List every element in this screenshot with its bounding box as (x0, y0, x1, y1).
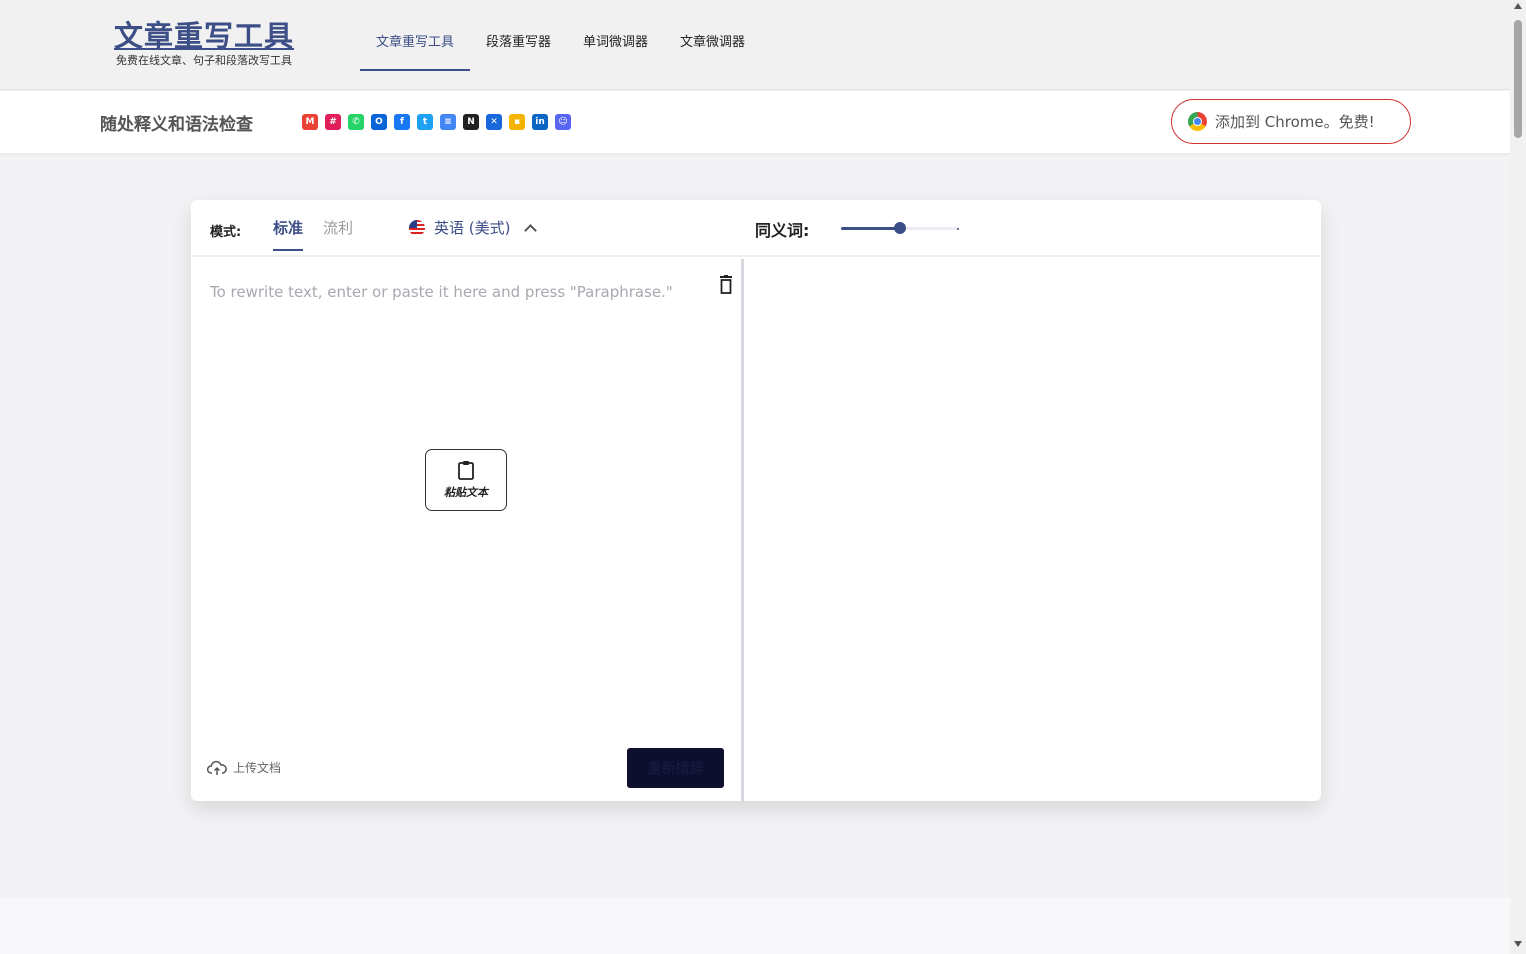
chrome-icon (1188, 112, 1207, 131)
nav-item-article-spinner[interactable]: 文章微调器 (664, 0, 761, 71)
paraphrase-editor: 模式: 标准 流利 英语 (美式) 同义词: To rewrite text, … (191, 200, 1321, 801)
mode-label: 模式: (210, 225, 242, 240)
mode-tab-standard[interactable]: 标准 (273, 217, 304, 251)
nav-item-article-rewriter[interactable]: 文章重写工具 (360, 0, 471, 71)
linkedin-icon[interactable]: in (532, 114, 548, 130)
input-textarea[interactable]: To rewrite text, enter or paste it here … (210, 283, 673, 301)
chevron-up-icon (524, 223, 538, 237)
clipboard-icon (458, 461, 474, 480)
confluence-icon[interactable]: ✕ (486, 114, 502, 130)
scrollbar-thumb[interactable] (1514, 20, 1522, 138)
promo-title: 随处释义和语法检查 (100, 115, 253, 135)
twitter-icon[interactable]: t (417, 114, 433, 130)
main-nav: 文章重写工具 段落重写器 单词微调器 文章微调器 (360, 0, 761, 90)
google-docs-icon[interactable]: ≡ (440, 114, 456, 130)
add-to-chrome-label: 添加到 Chrome。免费! (1215, 113, 1375, 131)
logo-title[interactable]: 文章重写工具 (104, 18, 304, 54)
language-label: 英语 (美式) (434, 219, 511, 237)
google-keep-icon[interactable]: ▪ (509, 114, 525, 130)
upload-document-button[interactable]: 上传文档 (207, 759, 281, 776)
notion-icon[interactable]: N (463, 114, 479, 130)
page-footer-band (0, 898, 1510, 954)
page-scrollbar[interactable] (1510, 0, 1526, 954)
scroll-down-arrow[interactable] (1514, 941, 1522, 947)
add-to-chrome-button[interactable]: 添加到 Chrome。免费! (1171, 99, 1411, 144)
editor-toolbar: 模式: 标准 流利 英语 (美式) 同义词: (191, 200, 1321, 257)
trash-icon[interactable] (718, 275, 734, 295)
paste-text-label: 粘贴文本 (444, 486, 488, 499)
outlook-icon[interactable]: O (371, 114, 387, 130)
synonyms-label: 同义词: (755, 221, 810, 240)
whatsapp-icon[interactable]: ✆ (348, 114, 364, 130)
supported-apps-list: M # ✆ Of t ≡ N ✕ ▪ in ☺ (302, 114, 571, 130)
synonyms-slider[interactable] (841, 222, 959, 234)
site-logo[interactable]: 文章重写工具 免费在线文章、句子和段落改写工具 (104, 18, 304, 67)
discord-icon[interactable]: ☺ (555, 114, 571, 130)
cloud-upload-icon (207, 760, 227, 775)
output-pane (744, 259, 1321, 801)
top-navigation: 文章重写工具 免费在线文章、句子和段落改写工具 文章重写工具 段落重写器 单词微… (0, 0, 1510, 90)
facebook-icon[interactable]: f (394, 114, 410, 130)
paraphrase-button[interactable]: 重新措辞 (627, 748, 724, 788)
extension-promo-bar: 随处释义和语法检查 M # ✆ Of t ≡ N ✕ ▪ in ☺ 添加到 Chrome。免费! (0, 91, 1510, 153)
mode-tab-fluent[interactable]: 流利 (323, 217, 353, 249)
nav-item-paragraph-rewriter[interactable]: 段落重写器 (470, 0, 567, 71)
scroll-up-arrow[interactable] (1514, 3, 1522, 9)
input-pane: To rewrite text, enter or paste it here … (191, 259, 741, 801)
slider-end-dot (957, 228, 959, 230)
us-flag-icon (409, 219, 425, 236)
gmail-icon[interactable]: M (302, 114, 318, 130)
logo-subtitle: 免费在线文章、句子和段落改写工具 (116, 54, 292, 67)
slack-icon[interactable]: # (325, 114, 341, 130)
upload-document-label: 上传文档 (233, 761, 282, 775)
language-selector[interactable]: 英语 (美式) (409, 217, 538, 238)
paste-text-button[interactable]: 粘贴文本 (425, 449, 507, 511)
slider-fill (841, 227, 900, 230)
nav-item-word-spinner[interactable]: 单词微调器 (567, 0, 664, 71)
slider-thumb[interactable] (894, 222, 906, 234)
